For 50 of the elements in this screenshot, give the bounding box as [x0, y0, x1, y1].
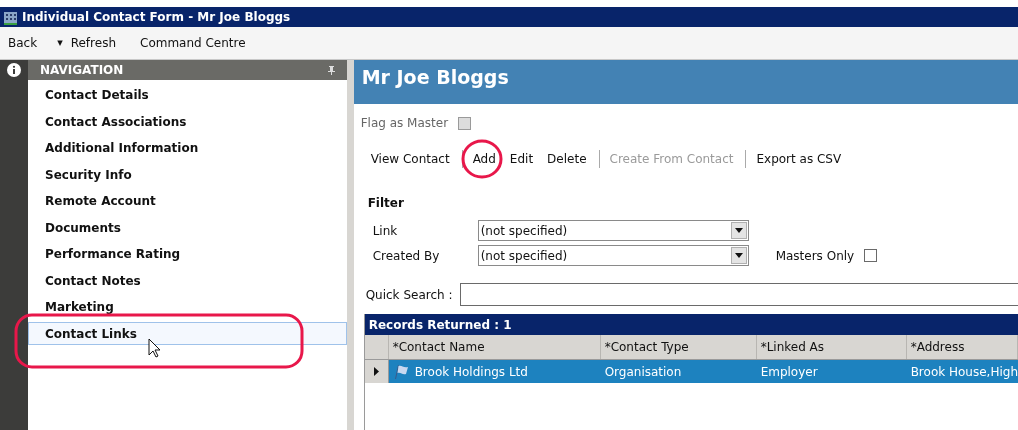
- toolbar-button[interactable]: Command Centre: [140, 34, 246, 52]
- caret-icon: [730, 222, 747, 239]
- column-header[interactable]: *Contact Type: [600, 335, 757, 359]
- contact-name-heading: Mr Joe Bloggs: [361, 65, 509, 90]
- caret-icon: [730, 247, 747, 264]
- window-title: Individual Contact Form - Mr Joe Bloggs: [22, 9, 291, 26]
- link-select[interactable]: (not specified): [477, 220, 749, 241]
- filter-title: Filter: [366, 195, 405, 212]
- current-row-icon: [373, 367, 379, 376]
- column-header[interactable]: *Linked As: [756, 335, 907, 359]
- navigation-item[interactable]: Additional Information: [28, 136, 347, 160]
- column-header[interactable]: *Contact Name: [388, 335, 601, 359]
- masters-only-checkbox[interactable]: [864, 249, 878, 262]
- records-count: Records Returned : 1: [368, 316, 512, 334]
- field-label: Masters Only: [775, 247, 855, 265]
- navigation-item[interactable]: Contact Links: [28, 322, 347, 345]
- building-icon: [3, 9, 18, 25]
- field-label: Quick Search :: [365, 286, 454, 304]
- action-button[interactable]: Delete: [547, 150, 587, 168]
- table-cell-text: Brook Holdings Ltd: [414, 363, 528, 381]
- action-button[interactable]: Export as CSV: [756, 150, 842, 168]
- navigation-item[interactable]: Contact Details: [28, 83, 347, 107]
- table-cell-text: Employer: [760, 363, 818, 381]
- table-row[interactable]: Brook Holdings Ltd Organisation Employer Brook House,High: [364, 360, 1018, 383]
- toolbar-button[interactable]: Refresh: [70, 34, 116, 52]
- navigation-item[interactable]: Contact Notes: [28, 269, 347, 292]
- table-cell-text: Organisation: [604, 363, 682, 381]
- toolbar-button[interactable]: Back: [8, 34, 38, 52]
- navigation-item[interactable]: Remote Account: [28, 189, 347, 213]
- field-label: Created By: [372, 247, 441, 265]
- navigation-item[interactable]: Performance Rating: [28, 242, 347, 266]
- action-button[interactable]: View Contact: [370, 150, 450, 168]
- navigation-item[interactable]: Documents: [28, 216, 347, 239]
- flag-label: Flag as Master: [360, 115, 449, 132]
- info-icon: [7, 63, 21, 77]
- navigation-item[interactable]: Contact Associations: [28, 110, 347, 133]
- flag-icon: [392, 364, 409, 379]
- quick-search-field[interactable]: [459, 283, 1018, 306]
- table-cell-text: Brook House,High: [910, 363, 1018, 381]
- navigation-title: NAVIGATION: [40, 62, 124, 79]
- navigation-item[interactable]: Marketing: [28, 295, 347, 319]
- navigation-item[interactable]: Security Info: [28, 163, 347, 186]
- highlight-ring: [461, 139, 503, 179]
- dropdown-button[interactable]: ▾: [57, 34, 63, 52]
- field-label: Link: [372, 222, 399, 240]
- created-by-select[interactable]: (not specified): [477, 245, 749, 266]
- action-button[interactable]: Edit: [509, 150, 534, 168]
- cursor-icon: [148, 338, 161, 358]
- column-header[interactable]: *Address: [906, 335, 1018, 359]
- pin-icon[interactable]: [327, 65, 335, 75]
